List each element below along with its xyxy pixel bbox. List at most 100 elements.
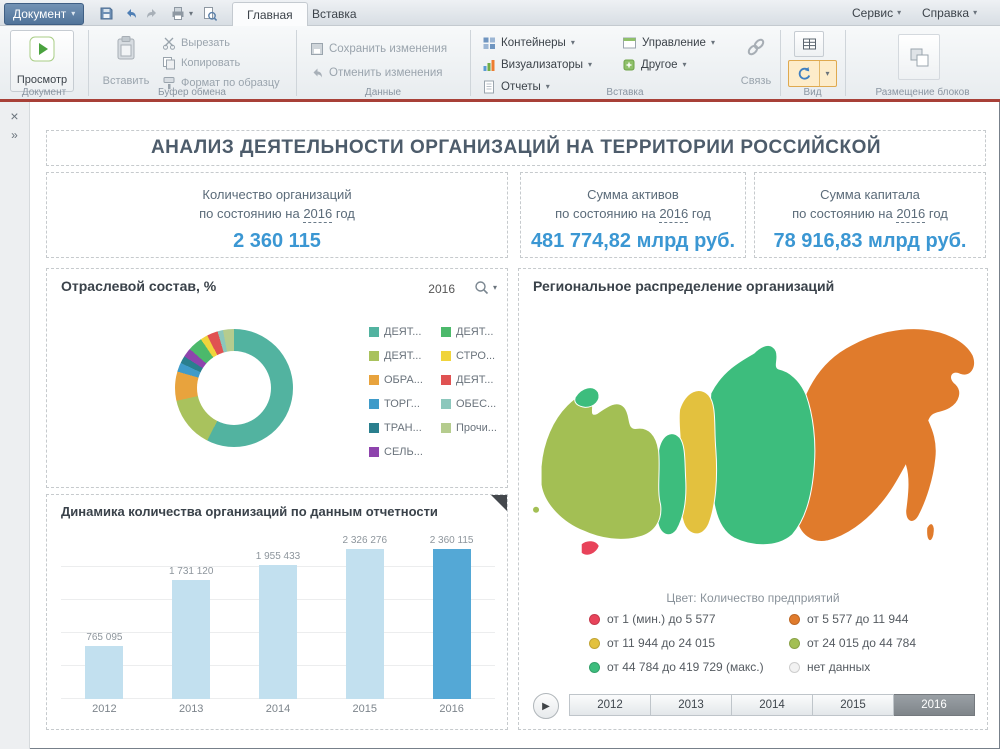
save-button[interactable] <box>96 4 116 23</box>
refresh-button[interactable] <box>789 61 819 86</box>
bar-value-label: 1 731 120 <box>169 566 214 577</box>
tab-insert[interactable]: Вставка <box>298 2 371 26</box>
refresh-dropdown[interactable]: ▾ <box>819 61 835 86</box>
document-menu-button[interactable]: Документ ▾ <box>4 3 84 25</box>
expand-icon[interactable]: » <box>0 128 29 142</box>
play-button[interactable]: ▶ <box>533 693 559 719</box>
undo-icon <box>123 6 138 21</box>
bar-2013[interactable] <box>172 580 210 699</box>
year-button-2013[interactable]: 2013 <box>651 694 732 716</box>
bar-2016[interactable] <box>433 549 471 699</box>
bar-column-2016[interactable]: 2 360 115 <box>408 535 495 699</box>
bar-2012[interactable] <box>85 646 123 699</box>
management-button[interactable]: Управление ▾ <box>622 34 715 52</box>
map-region-kola[interactable] <box>575 388 599 408</box>
undo-button[interactable] <box>120 4 140 23</box>
chevron-down-icon: ▾ <box>683 61 687 69</box>
zoom-button[interactable]: ▾ <box>474 280 497 296</box>
russia-map[interactable] <box>527 299 979 589</box>
kpi-year-link[interactable]: 2016 <box>896 206 925 223</box>
kpi-card-assets[interactable]: Сумма активов по состоянию на 2016 год 4… <box>520 172 746 258</box>
kpi-card-capital[interactable]: Сумма капитала по состоянию на 2016 год … <box>754 172 986 258</box>
other-button[interactable]: Другое ▾ <box>622 56 687 74</box>
kpi-card-org-count[interactable]: Количество организаций по состоянию на 2… <box>46 172 508 258</box>
legend-label: ДЕЯТ... <box>456 374 493 386</box>
industry-year-filter[interactable]: 2016 <box>428 282 455 296</box>
save-changes-button[interactable]: Сохранить изменения <box>310 40 447 58</box>
map-region-siberia[interactable] <box>710 345 815 544</box>
help-menu[interactable]: Справка ▾ <box>922 0 977 26</box>
help-menu-label: Справка <box>922 6 969 20</box>
legend-item[interactable]: СТРО... <box>441 349 497 363</box>
visualizers-button[interactable]: Визуализаторы ▾ <box>482 56 592 74</box>
cancel-changes-button[interactable]: Отменить изменения <box>310 64 443 82</box>
print-preview-button[interactable] <box>200 4 220 23</box>
paste-button[interactable]: Вставить <box>98 30 154 92</box>
chevron-down-icon: ▾ <box>493 284 497 292</box>
map-legend-item: от 24 015 до 44 784 <box>789 636 916 650</box>
cut-label: Вырезать <box>181 37 230 49</box>
bar-column-2013[interactable]: 1 731 120 <box>148 535 235 699</box>
kpi-year-link[interactable]: 2016 <box>303 206 332 223</box>
bar-column-2015[interactable]: 2 326 276 <box>321 535 408 699</box>
cut-button[interactable]: Вырезать <box>162 34 230 52</box>
close-icon[interactable]: × <box>0 108 29 124</box>
legend-item[interactable]: ОБРА... <box>369 373 423 387</box>
legend-item[interactable]: СЕЛЬ... <box>369 445 423 459</box>
map-region-volga[interactable] <box>656 434 685 535</box>
year-button-2014[interactable]: 2014 <box>732 694 813 716</box>
kpi-value: 78 916,83 млрд руб. <box>755 230 985 253</box>
year-button-2016[interactable]: 2016 <box>894 694 975 716</box>
print-dropdown[interactable]: ▾ <box>186 4 196 23</box>
legend-item[interactable]: ТРАН... <box>369 421 423 435</box>
legend-item[interactable]: Прочи... <box>441 421 497 435</box>
industry-panel[interactable]: Отраслевой состав, % 2016 ▾ ДЕЯТ... ДЕЯТ… <box>46 268 508 488</box>
print-button[interactable] <box>168 4 188 23</box>
link-button[interactable]: Связь <box>734 30 778 92</box>
bar-column-2014[interactable]: 1 955 433 <box>235 535 322 699</box>
x-axis-label-2013: 2013 <box>148 703 235 715</box>
legend-label: ТРАН... <box>384 422 422 434</box>
legend-label: ТОРГ... <box>384 398 420 410</box>
containers-button[interactable]: Контейнеры ▾ <box>482 34 575 52</box>
bar-value-label: 765 095 <box>86 632 122 643</box>
preview-icon <box>202 6 218 22</box>
tab-home[interactable]: Главная <box>232 2 308 26</box>
cancel-changes-label: Отменить изменения <box>329 67 443 79</box>
map-region-far-east[interactable] <box>795 329 975 542</box>
bar-column-2012[interactable]: 765 095 <box>61 535 148 699</box>
map-region-kaliningrad[interactable] <box>533 506 540 513</box>
preview-run-button[interactable]: Просмотр <box>10 30 74 92</box>
legend-item[interactable]: ОБЕС... <box>441 397 497 411</box>
legend-item[interactable]: ДЕЯТ... <box>441 325 497 339</box>
redo-button[interactable] <box>142 4 162 23</box>
kpi-title-line1: Сумма капитала <box>820 187 920 202</box>
service-menu-label: Сервис <box>852 6 893 20</box>
chevron-down-icon: ▾ <box>973 9 977 17</box>
x-axis: 2012 2013 2014 2015 2016 <box>61 703 495 715</box>
dashboard-title-block[interactable]: АНАЛИЗ ДЕЯТЕЛЬНОСТИ ОРГАНИЗАЦИЙ НА ТЕРРИ… <box>46 130 986 166</box>
map-region-crimea[interactable] <box>581 541 599 555</box>
view-table-button[interactable] <box>794 31 824 57</box>
kpi-year-link[interactable]: 2016 <box>659 206 688 223</box>
service-menu[interactable]: Сервис ▾ <box>852 0 901 26</box>
year-button-2012[interactable]: 2012 <box>569 694 651 716</box>
bar-chart[interactable]: 765 095 1 731 120 1 955 433 2 326 276 2 … <box>61 535 495 699</box>
map-region-european[interactable] <box>541 394 661 539</box>
copy-button[interactable]: Копировать <box>162 54 240 72</box>
chevron-down-icon: ▾ <box>711 39 715 47</box>
block-layout-button[interactable] <box>898 34 940 80</box>
legend-item[interactable]: ДЕЯТ... <box>441 373 497 387</box>
legend-item[interactable]: ТОРГ... <box>369 397 423 411</box>
bar-2015[interactable] <box>346 549 384 699</box>
dynamics-panel[interactable]: Динамика количества организаций по данны… <box>46 494 508 730</box>
industry-donut-chart[interactable] <box>175 329 293 447</box>
map-panel[interactable]: Региональное распределение организаций Ц… <box>518 268 988 730</box>
legend-item[interactable]: ДЕЯТ... <box>369 349 423 363</box>
bar-2014[interactable] <box>259 565 297 699</box>
legend-item[interactable]: ДЕЯТ... <box>369 325 423 339</box>
legend-label: ДЕЯТ... <box>384 350 421 362</box>
year-button-2015[interactable]: 2015 <box>813 694 894 716</box>
map-region-sakhalin[interactable] <box>927 524 935 541</box>
legend-dot <box>589 638 600 649</box>
